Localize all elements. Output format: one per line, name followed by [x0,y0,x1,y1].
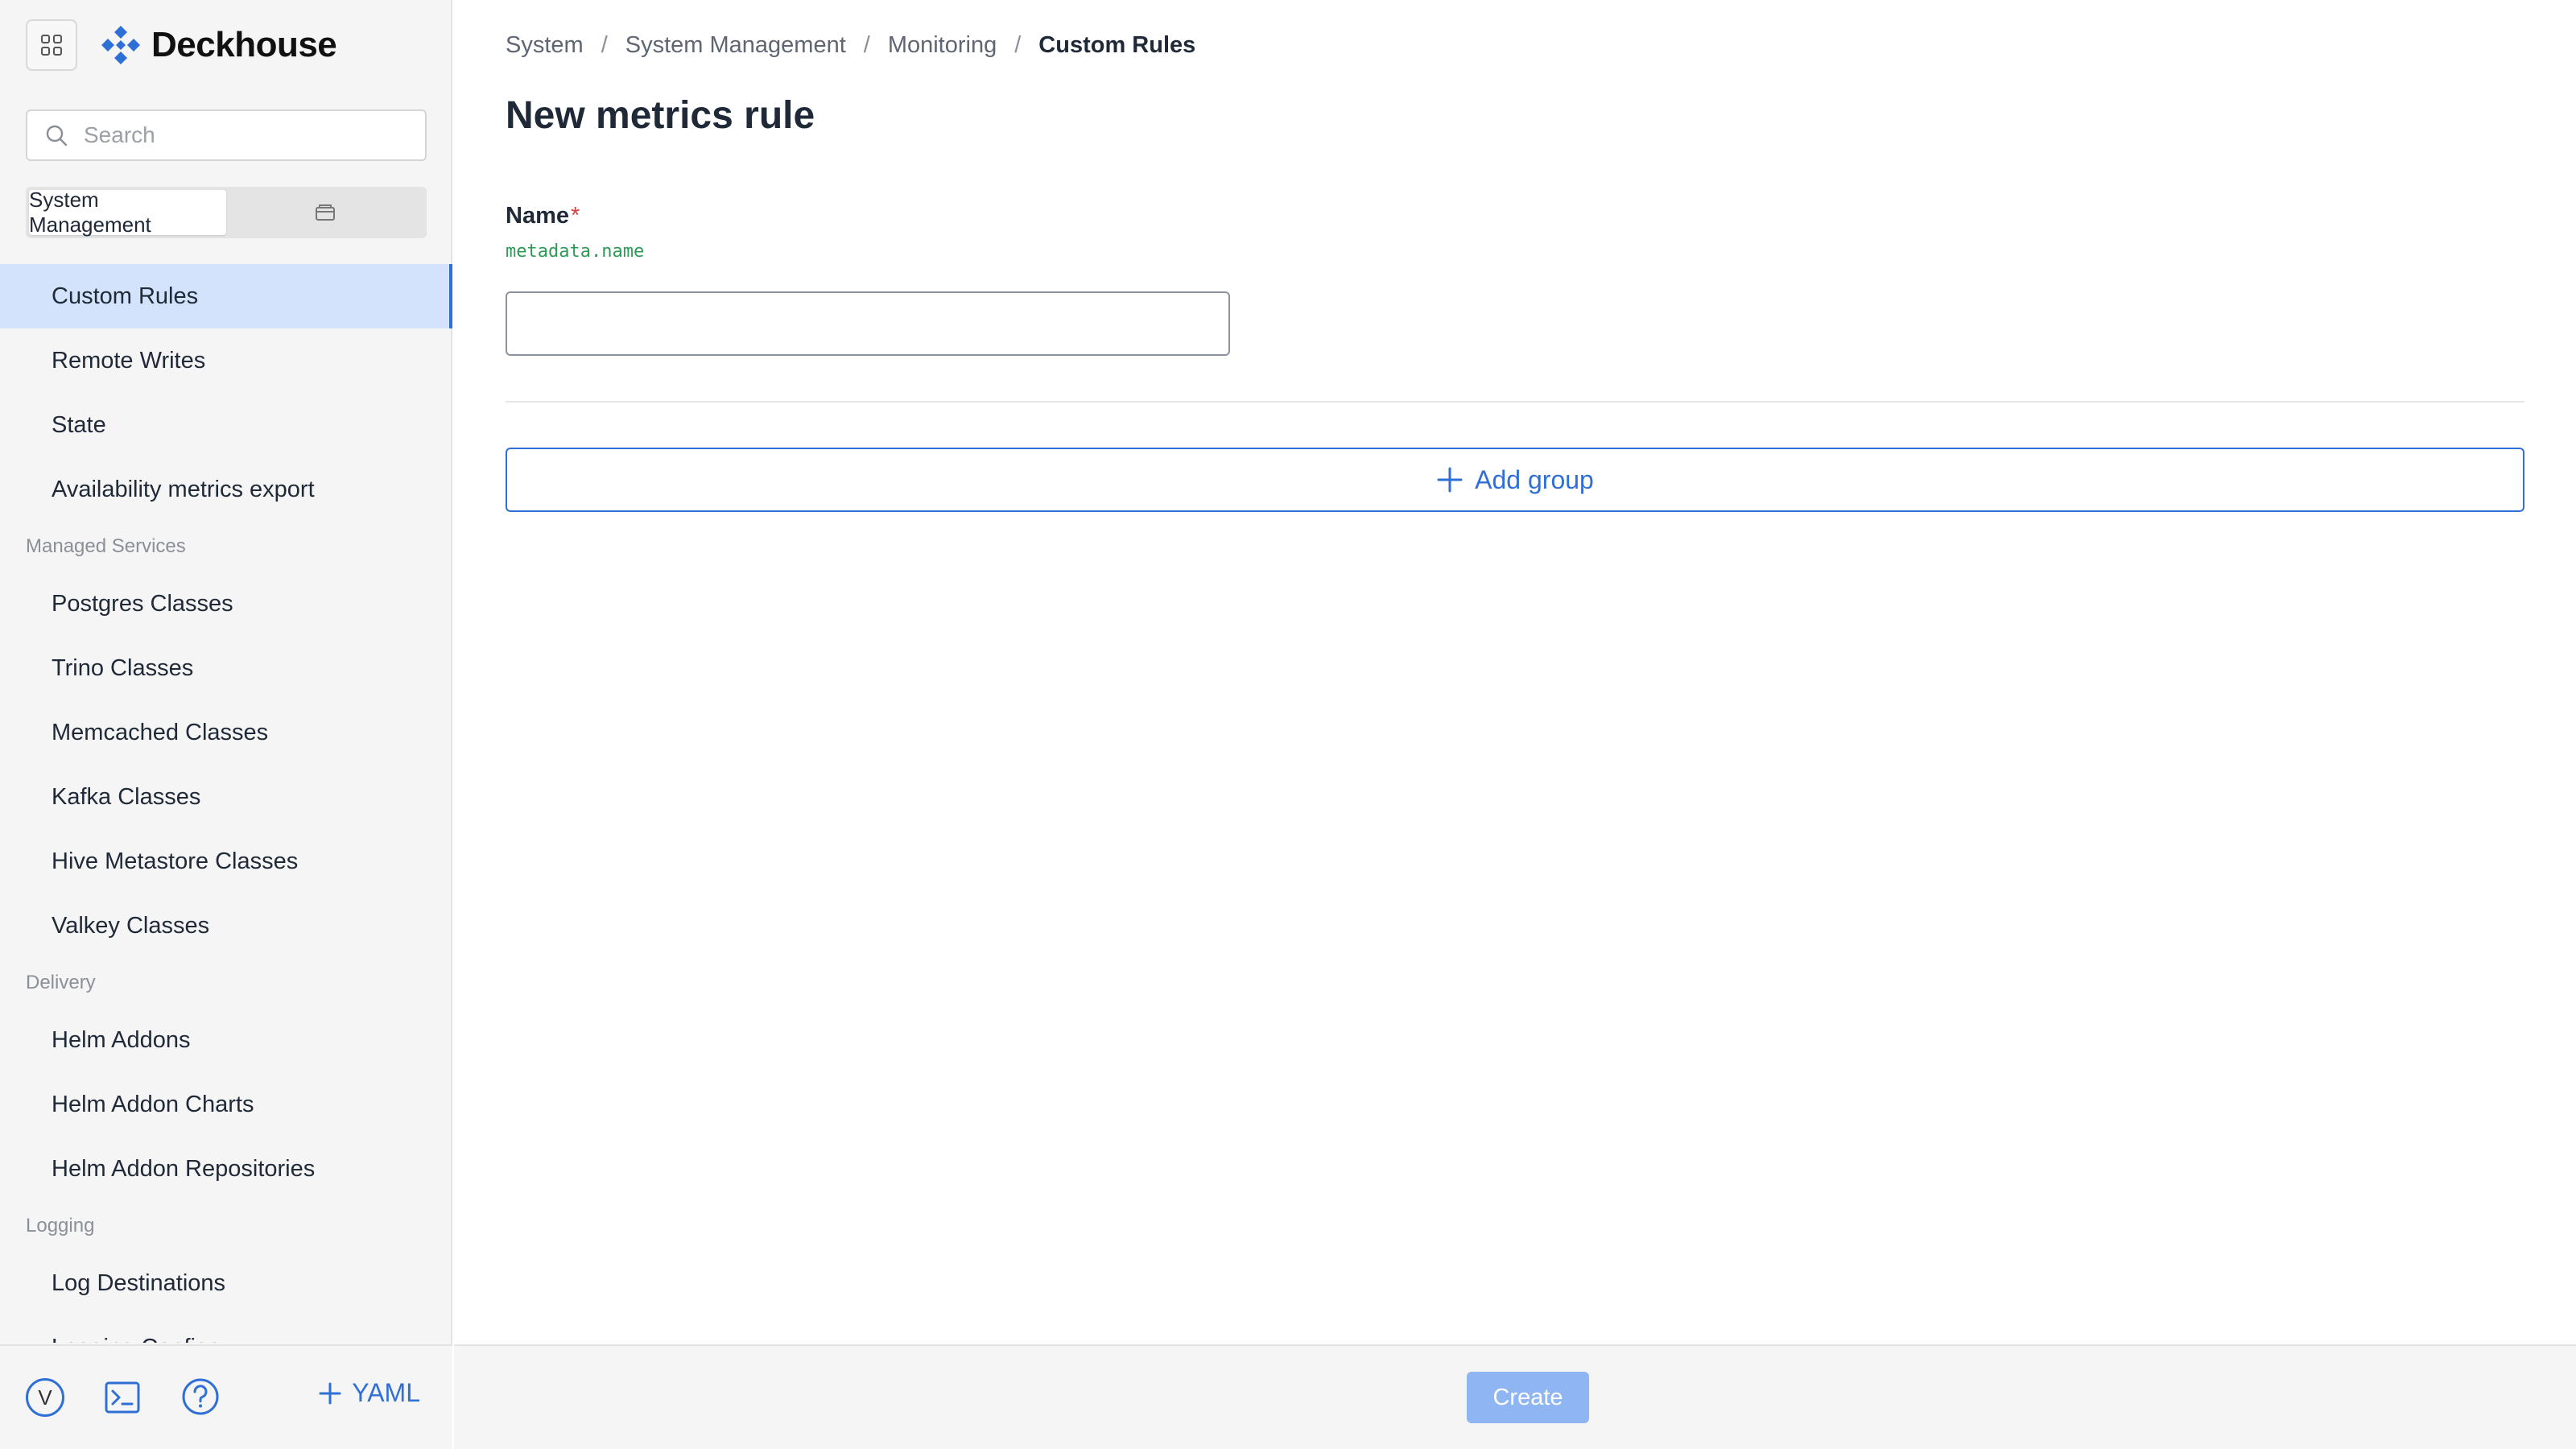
name-input[interactable] [506,291,1230,356]
sidebar-item-label: Trino Classes [52,654,194,681]
sidebar-item-helm-addons[interactable]: Helm Addons [0,1008,452,1072]
sidebar-item-kafka-classes[interactable]: Kafka Classes [0,765,452,829]
add-group-button[interactable]: Add group [506,448,2524,512]
breadcrumb-separator: / [1014,32,1022,58]
add-group-label: Add group [1475,464,1594,494]
scope-system-management[interactable]: System Management [29,188,226,237]
sidebar-item-label: Logging Configs [52,1335,221,1344]
sidebar-item-helm-addon-repositories[interactable]: Helm Addon Repositories [0,1137,452,1201]
scope-namespace[interactable] [226,190,423,235]
plus-icon [1437,467,1463,493]
avatar-initial: V [38,1385,52,1410]
breadcrumb-item-current: Custom Rules [1038,32,1196,58]
sidebar: Deckhouse System Management Custom Rules… [0,0,452,1449]
sidebar-item-log-destinations[interactable]: Log Destinations [0,1251,452,1315]
add-yaml-button[interactable]: YAML [318,1378,420,1408]
sidebar-item-label: Remote Writes [52,347,206,374]
name-field-label: Name* [506,203,580,229]
main-content: System / System Management / Monitoring … [454,0,2576,1449]
help-icon[interactable] [180,1377,221,1417]
name-field-path: metadata.name [506,242,645,262]
sidebar-item-label: Valkey Classes [52,912,210,939]
sidebar-item-label: State [52,411,106,438]
sidebar-item-availability-metrics-export[interactable]: Availability metrics export [0,457,452,522]
sidebar-header: Deckhouse [26,19,337,71]
required-marker: * [571,203,580,229]
terminal-icon[interactable] [103,1378,142,1417]
logo[interactable]: Deckhouse [100,24,337,66]
search-input[interactable] [82,122,404,149]
form-footer: Create [454,1344,2576,1449]
sidebar-item-label: Log Destinations [52,1269,226,1296]
breadcrumb-separator: / [863,32,870,58]
sidebar-item-helm-addon-charts[interactable]: Helm Addon Charts [0,1072,452,1137]
sidebar-item-state[interactable]: State [0,393,452,457]
yaml-label: YAML [352,1378,420,1407]
sidebar-item-postgres-classes[interactable]: Postgres Classes [0,572,452,636]
breadcrumb-item-system-management[interactable]: System Management [625,32,846,59]
sidebar-item-label: Helm Addon Repositories [52,1155,316,1182]
sidebar-item-label: Helm Addon Charts [52,1091,254,1117]
deckhouse-logo-icon [101,26,140,64]
section-logging: Logging [26,1215,95,1236]
sidebar-item-trino-classes[interactable]: Trino Classes [0,636,452,700]
plus-icon [319,1382,341,1404]
sidebar-item-label: Kafka Classes [52,783,201,810]
sidebar-nav: Custom Rules Remote Writes State Availab… [0,264,452,1343]
sidebar-item-custom-rules[interactable]: Custom Rules [0,264,452,328]
sidebar-item-memcached-classes[interactable]: Memcached Classes [0,700,452,765]
app-name: Deckhouse [151,25,337,64]
sidebar-item-label: Custom Rules [52,283,199,309]
sidebar-item-hive-metastore-classes[interactable]: Hive Metastore Classes [0,829,452,894]
folder-icon [315,204,335,221]
apps-menu-button[interactable] [26,19,77,71]
search-box[interactable] [26,109,427,161]
section-delivery: Delivery [26,972,96,993]
page-title: New metrics rule [506,94,815,137]
sidebar-item-valkey-classes[interactable]: Valkey Classes [0,894,452,958]
sidebar-item-remote-writes[interactable]: Remote Writes [0,328,452,393]
search-icon [46,125,68,147]
sidebar-footer: V YAML [0,1344,452,1449]
breadcrumb-item-system[interactable]: System [506,32,584,59]
user-avatar[interactable]: V [26,1378,64,1417]
grid-icon [41,35,62,56]
sidebar-item-label: Helm Addons [52,1026,191,1053]
scope-switcher: System Management [26,187,427,238]
breadcrumb-separator: / [601,32,608,58]
sidebar-item-label: Postgres Classes [52,590,233,617]
sidebar-item-label: Memcached Classes [52,719,269,745]
scope-label: System Management [29,188,151,237]
name-label-text: Name [506,203,569,229]
breadcrumb: System / System Management / Monitoring … [506,32,1195,59]
sidebar-item-logging-configs[interactable]: Logging Configs [0,1315,452,1344]
breadcrumb-item-monitoring[interactable]: Monitoring [888,32,997,59]
section-managed-services: Managed Services [26,535,186,557]
sidebar-item-label: Hive Metastore Classes [52,848,299,874]
divider [506,401,2524,402]
sidebar-item-label: Availability metrics export [52,476,315,502]
create-button[interactable]: Create [1467,1372,1589,1423]
